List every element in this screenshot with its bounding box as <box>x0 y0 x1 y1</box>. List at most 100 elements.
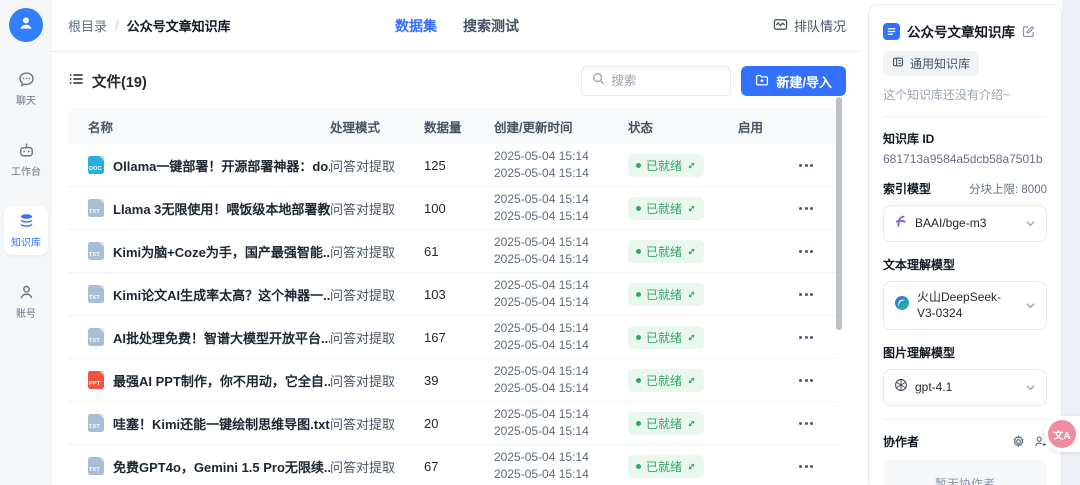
kb-type-icon <box>892 56 904 71</box>
row-menu-button[interactable] <box>795 418 838 429</box>
row-menu-button[interactable] <box>795 203 838 214</box>
divider <box>883 116 1047 117</box>
app-window: 聊天 工作台 知识库 账号 根目录 / 公众号文章知识库 <box>0 0 1080 485</box>
queue-icon <box>773 17 788 35</box>
table-scrollbar[interactable] <box>836 97 842 330</box>
sidebar-item-account[interactable]: 账号 <box>4 277 48 326</box>
gear-icon[interactable] <box>1012 435 1025 448</box>
process-mode: 问答对提取 <box>330 457 424 476</box>
sidebar-item-knowledge-base[interactable]: 知识库 <box>4 206 48 255</box>
file-name: 哇塞！Kimi还能一键绘制思维导图.txt <box>113 414 330 433</box>
row-menu-button[interactable] <box>795 332 838 343</box>
sidebar-item-label: 账号 <box>16 305 36 320</box>
search-box <box>581 66 731 96</box>
table-header: 名称 处理模式 数据量 创建/更新时间 状态 启用 <box>68 108 838 144</box>
breadcrumb-root[interactable]: 根目录 <box>68 16 107 35</box>
tab-search-test[interactable]: 搜索测试 <box>463 16 519 36</box>
file-type-icon: TXT <box>88 242 104 260</box>
status-badge[interactable]: 已就绪 <box>628 455 704 478</box>
col-status: 状态 <box>628 117 738 136</box>
image-model-select[interactable]: gpt-4.1 <box>883 369 1047 406</box>
created-updated-time: 2025-05-04 15:14 2025-05-04 15:14 <box>494 148 628 183</box>
queue-status-button[interactable]: 排队情况 <box>773 16 846 35</box>
status-badge[interactable]: 已就绪 <box>628 369 704 392</box>
folder-plus-icon <box>755 73 769 90</box>
status-dot-icon <box>636 206 641 211</box>
chunk-limit: 分块上限: 8000 <box>969 181 1047 197</box>
queue-label: 排队情况 <box>794 16 846 35</box>
files-toolbar: 文件(19) 新建/导入 <box>52 52 862 106</box>
row-menu-button[interactable] <box>795 160 838 171</box>
status-badge[interactable]: 已就绪 <box>628 283 704 306</box>
translate-fab[interactable]: 文A <box>1044 416 1080 452</box>
process-mode: 问答对提取 <box>330 328 424 347</box>
file-type-icon: TXT <box>88 414 104 432</box>
create-import-button[interactable]: 新建/导入 <box>741 66 846 96</box>
file-type-icon: TXT <box>88 457 104 475</box>
expand-icon <box>687 419 696 428</box>
expand-icon <box>687 204 696 213</box>
search-icon <box>592 72 605 90</box>
expand-icon <box>687 333 696 342</box>
status-dot-icon <box>636 335 641 340</box>
status-badge[interactable]: 已就绪 <box>628 326 704 349</box>
breadcrumb: 根目录 / 公众号文章知识库 <box>68 16 231 35</box>
search-input[interactable] <box>611 74 720 88</box>
file-type-icon: PPT <box>88 371 104 389</box>
status-dot-icon <box>636 378 641 383</box>
user-avatar[interactable] <box>9 8 43 42</box>
edit-icon[interactable] <box>1022 25 1035 38</box>
file-type-icon: TXT <box>88 285 104 303</box>
expand-icon <box>687 376 696 385</box>
row-menu-button[interactable] <box>795 289 838 300</box>
list-icon <box>68 71 84 91</box>
table-row[interactable]: DOC Ollama一键部署！开源部署神器：do... 问答对提取 125 20… <box>68 144 838 187</box>
table-row[interactable]: TXT 哇塞！Kimi还能一键绘制思维导图.txt 问答对提取 20 2025-… <box>68 402 838 445</box>
data-count: 20 <box>424 416 494 431</box>
collaborator-label: 协作者 <box>883 433 919 450</box>
created-updated-time: 2025-05-04 15:14 2025-05-04 15:14 <box>494 277 628 312</box>
kb-title: 公众号文章知识库 <box>907 21 1015 41</box>
table-row[interactable]: TXT Kimi论文AI生成率太高？这个神器一... 问答对提取 103 202… <box>68 273 838 316</box>
row-menu-button[interactable] <box>795 461 838 472</box>
data-count: 67 <box>424 459 494 474</box>
tab-dataset[interactable]: 数据集 <box>395 16 437 36</box>
openai-icon <box>894 378 908 397</box>
translate-icon: 文A <box>1048 420 1076 448</box>
table-body: DOC Ollama一键部署！开源部署神器：do... 问答对提取 125 20… <box>68 144 838 485</box>
index-model-value: BAAI/bge-m3 <box>915 216 1018 232</box>
row-menu-button[interactable] <box>795 375 838 386</box>
table-row[interactable]: TXT Llama 3无限使用！喂饭级本地部署教... 问答对提取 100 20… <box>68 187 838 230</box>
status-dot-icon <box>636 421 641 426</box>
knowledge-base-icon <box>883 23 900 40</box>
table-row[interactable]: TXT AI批处理免费！智谱大模型开放平台... 问答对提取 167 2025-… <box>68 316 838 359</box>
kb-id-value: 681713a9584a5dcb58a7501b <box>883 152 1047 166</box>
text-model-value: 火山DeepSeek-V3-0324 <box>917 290 1018 321</box>
expand-icon <box>687 161 696 170</box>
table-row[interactable]: TXT 免费GPT4o，Gemini 1.5 Pro无限续... 问答对提取 6… <box>68 445 838 485</box>
row-menu-button[interactable] <box>795 246 838 257</box>
user-icon <box>17 14 35 37</box>
col-mode: 处理模式 <box>330 117 424 136</box>
index-model-select[interactable]: BAAI/bge-m3 <box>883 205 1047 242</box>
status-badge[interactable]: 已就绪 <box>628 154 704 177</box>
file-type-icon: TXT <box>88 328 104 346</box>
status-dot-icon <box>636 464 641 469</box>
status-badge[interactable]: 已就绪 <box>628 197 704 220</box>
sidebar-item-workbench[interactable]: 工作台 <box>4 135 48 184</box>
volcano-deepseek-icon <box>894 295 910 316</box>
files-title: 文件(19) <box>68 71 147 92</box>
data-count: 103 <box>424 287 494 302</box>
sidebar-item-chat[interactable]: 聊天 <box>4 64 48 113</box>
text-model-select[interactable]: 火山DeepSeek-V3-0324 <box>883 281 1047 330</box>
breadcrumb-separator: / <box>115 18 119 33</box>
process-mode: 问答对提取 <box>330 242 424 261</box>
kb-id-label: 知识库 ID <box>883 130 1047 147</box>
table-row[interactable]: PPT 最强AI PPT制作，你不用动，它全自... 问答对提取 39 2025… <box>68 359 838 402</box>
data-count: 100 <box>424 201 494 216</box>
database-icon <box>17 212 36 231</box>
status-badge[interactable]: 已就绪 <box>628 412 704 435</box>
process-mode: 问答对提取 <box>330 285 424 304</box>
table-row[interactable]: TXT Kimi为脑+Coze为手，国产最强智能... 问答对提取 61 202… <box>68 230 838 273</box>
status-badge[interactable]: 已就绪 <box>628 240 704 263</box>
